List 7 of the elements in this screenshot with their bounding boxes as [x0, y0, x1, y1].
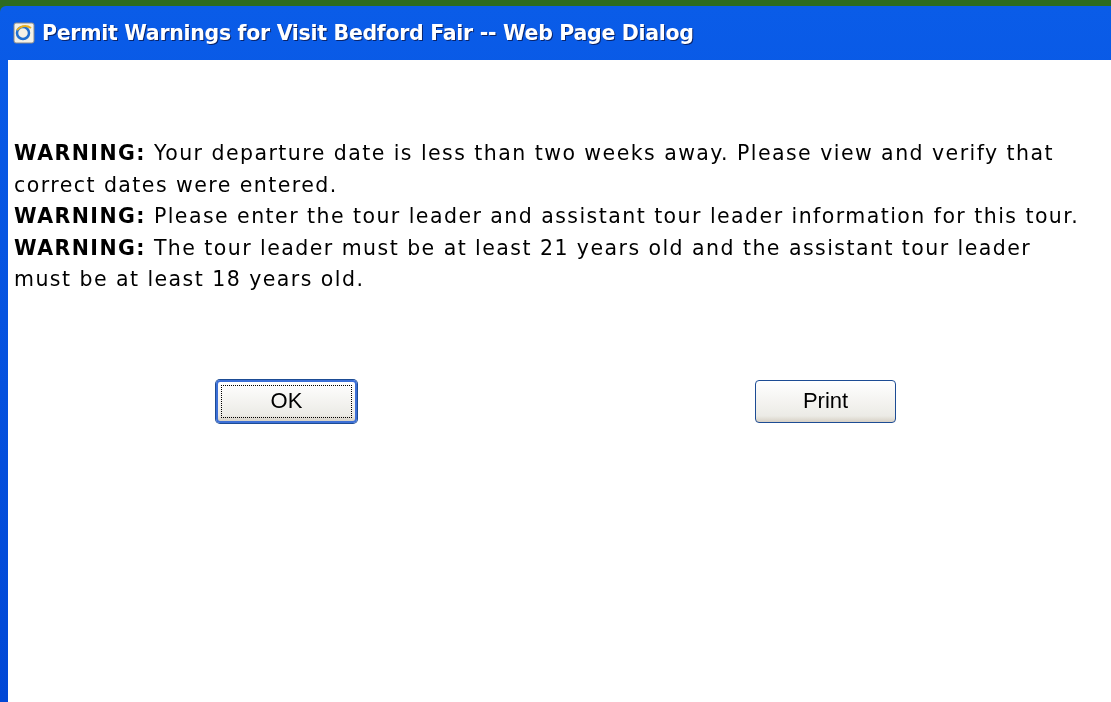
ok-button[interactable]: OK: [216, 379, 357, 423]
warning-text: WARNING: The tour leader must be at least 21 years old and the assistant tour leader must be at least 18 years old.: [14, 234, 1033, 294]
warning-text: WARNING: Your departure date is less than two weeks away. Please view and verify that correct dates were entered.: [14, 140, 1055, 199]
window-title: Permit Warnings for Visit Bedford Fair -- Web Page Dialog: [42, 21, 694, 45]
warning-text: WARNING: Please enter the tour leader and assistant tour leader information for this tour.: [14, 203, 1081, 231]
browser-icon: [12, 21, 36, 45]
print-button[interactable]: Print: [755, 379, 896, 423]
